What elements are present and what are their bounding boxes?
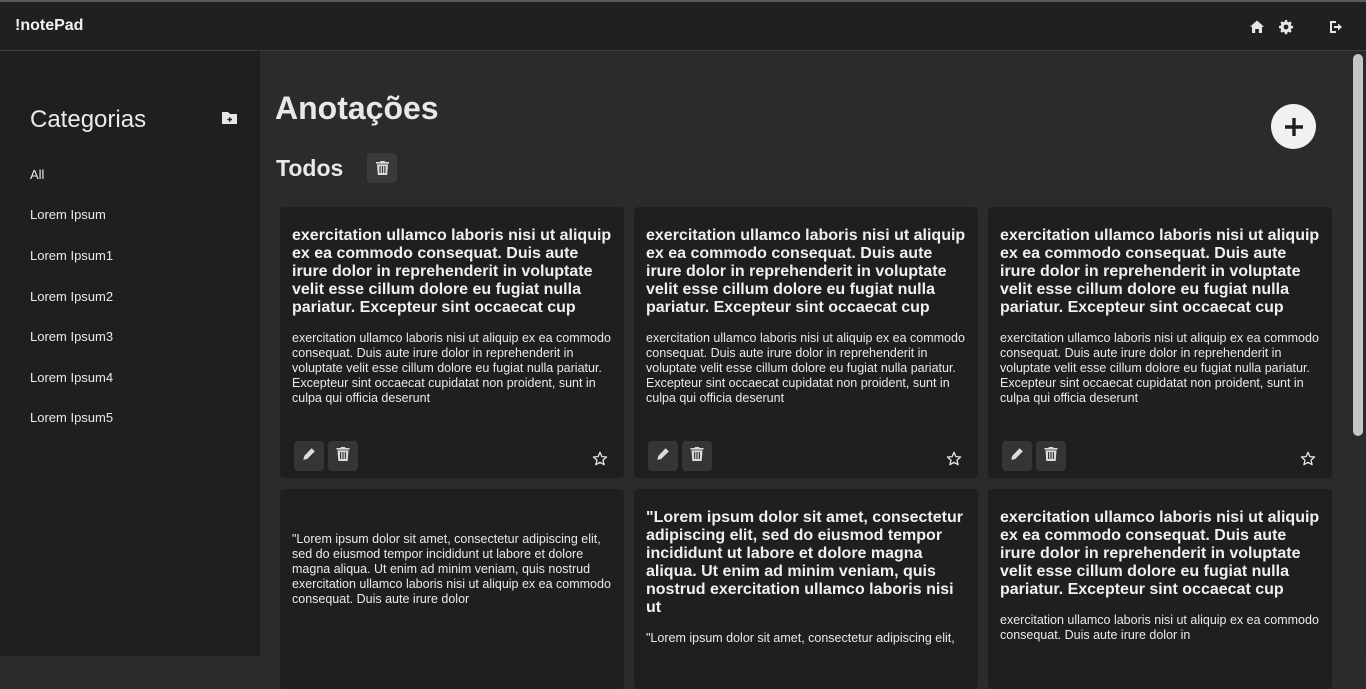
note-card[interactable]: exercitation ullamco laboris nisi ut ali… (280, 207, 624, 478)
gear-icon[interactable] (1277, 18, 1295, 36)
note-actions (294, 441, 358, 471)
note-card[interactable]: "Lorem ipsum dolor sit amet, consectetur… (280, 489, 624, 689)
note-body: "Lorem ipsum dolor sit amet, consectetur… (292, 532, 611, 606)
plus-icon (1284, 117, 1303, 136)
trash-icon (690, 446, 704, 466)
category-item[interactable]: Lorem Ipsum5 (30, 410, 113, 425)
pencil-icon (656, 447, 670, 466)
trash-icon (375, 161, 389, 175)
note-title: exercitation ullamco laboris nisi ut ali… (1000, 227, 1320, 316)
note-title: exercitation ullamco laboris nisi ut ali… (646, 227, 966, 316)
edit-note-button[interactable] (648, 441, 678, 471)
note-body: exercitation ullamco laboris nisi ut ali… (1000, 331, 1319, 405)
note-actions (1002, 441, 1066, 471)
category-item[interactable]: Lorem Ipsum (30, 207, 106, 222)
note-body: exercitation ullamco laboris nisi ut ali… (646, 331, 965, 405)
delete-all-button[interactable] (367, 153, 397, 183)
category-item[interactable]: Lorem Ipsum2 (30, 289, 113, 304)
note-title: "Lorem ipsum dolor sit amet, consectetur… (646, 509, 963, 616)
section-title: Todos (276, 155, 344, 181)
category-item[interactable]: Lorem Ipsum1 (30, 248, 113, 263)
category-item[interactable]: Lorem Ipsum4 (30, 370, 113, 385)
categories-sidebar: Categorias All Lorem Ipsum Lorem Ipsum1 Lor… (0, 51, 260, 656)
page-title: Anotações (275, 90, 439, 126)
pencil-icon (302, 447, 316, 466)
category-item[interactable]: Lorem Ipsum3 (30, 329, 113, 344)
note-title: exercitation ullamco laboris nisi ut ali… (1000, 509, 1320, 598)
edit-note-button[interactable] (294, 441, 324, 471)
folder-plus-icon[interactable] (221, 110, 238, 126)
app-brand[interactable]: !notePad (15, 17, 83, 35)
top-navbar: !notePad (0, 0, 1366, 51)
note-title: exercitation ullamco laboris nisi ut ali… (292, 227, 612, 316)
note-actions (648, 441, 712, 471)
note-card[interactable]: "Lorem ipsum dolor sit amet, consectetur… (634, 489, 978, 689)
note-card[interactable]: exercitation ullamco laboris nisi ut ali… (634, 207, 978, 478)
delete-note-button[interactable] (328, 441, 358, 471)
category-item[interactable]: All (30, 167, 44, 182)
note-body: "Lorem ipsum dolor sit amet, consectetur… (646, 631, 955, 645)
logout-icon[interactable] (1327, 18, 1345, 36)
sidebar-title: Categorias (30, 106, 147, 133)
pencil-icon (1010, 447, 1024, 466)
trash-icon (336, 446, 350, 466)
edit-note-button[interactable] (1002, 441, 1032, 471)
star-icon[interactable] (592, 451, 608, 467)
scrollbar-thumb[interactable] (1353, 54, 1363, 436)
delete-note-button[interactable] (682, 441, 712, 471)
star-icon[interactable] (946, 451, 962, 467)
star-icon[interactable] (1300, 451, 1316, 467)
note-card[interactable]: exercitation ullamco laboris nisi ut ali… (988, 207, 1332, 478)
trash-icon (1044, 446, 1058, 466)
note-body: exercitation ullamco laboris nisi ut ali… (1000, 613, 1319, 642)
note-card[interactable]: exercitation ullamco laboris nisi ut ali… (988, 489, 1332, 689)
home-icon[interactable] (1248, 18, 1266, 36)
add-note-button[interactable] (1271, 104, 1316, 149)
note-body: exercitation ullamco laboris nisi ut ali… (292, 331, 611, 405)
delete-note-button[interactable] (1036, 441, 1066, 471)
